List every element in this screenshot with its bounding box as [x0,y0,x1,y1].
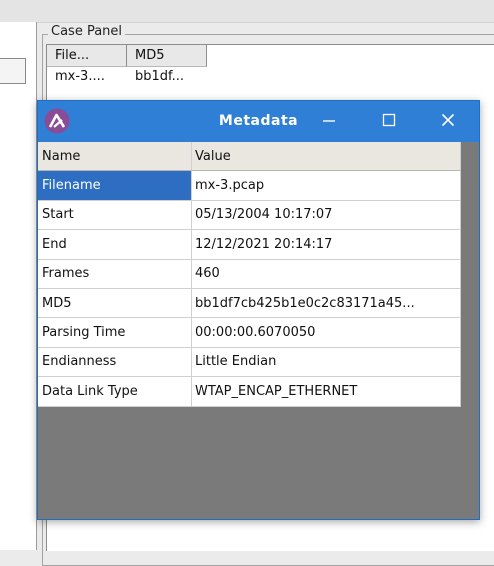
row-value-cell[interactable]: 12/12/2021 20:14:17 [192,230,461,260]
row-name-cell[interactable]: Parsing Time [38,318,192,348]
close-button[interactable] [428,101,468,142]
top-toolbar-strip [0,0,494,23]
minimize-button[interactable] [309,101,349,142]
case-panel-title: Case Panel [48,24,126,39]
row-value-cell[interactable]: bb1df7cb425b1e0c2c83171a45... [192,288,461,319]
row-name-cell[interactable]: Filename [38,171,192,201]
row-value-cell[interactable]: Little Endian [192,347,461,378]
table-row[interactable]: Start 05/13/2004 10:17:07 [38,200,461,231]
row-name-cell[interactable]: MD5 [38,288,192,319]
name-column-header[interactable]: Name [38,142,192,172]
table-row[interactable]: Filename mx-3.pcap [38,171,461,201]
row-value-cell[interactable]: 05/13/2004 10:17:07 [192,200,461,231]
dialog-titlebar[interactable]: Metadata [38,101,479,142]
value-column-header[interactable]: Value [192,142,461,172]
row-name-cell[interactable]: Endianness [38,347,192,378]
metadata-table-header: Name Value [38,142,461,172]
case-cell-file[interactable]: mx-3.... [47,67,127,87]
table-row[interactable]: Parsing Time 00:00:00.6070050 [38,318,461,348]
metadata-table: Name Value Filename mx-3.pcap Start 05/1… [38,142,461,407]
row-name-cell[interactable]: Data Link Type [38,377,192,407]
case-column-header-file[interactable]: File... [47,45,127,67]
row-value-cell[interactable]: WTAP_ENCAP_ETHERNET [192,377,461,407]
row-value-cell[interactable]: 00:00:00.6070050 [192,318,461,348]
row-name-cell[interactable]: Start [38,200,192,231]
maximize-icon [382,113,396,131]
table-row[interactable]: Data Link Type WTAP_ENCAP_ETHERNET [38,377,461,407]
close-icon [441,113,455,131]
table-row[interactable]: Endianness Little Endian [38,347,461,378]
table-row[interactable]: End 12/12/2021 20:14:17 [38,230,461,260]
case-cell-md5[interactable]: bb1df... [127,67,217,87]
row-value-cell[interactable]: mx-3.pcap [192,171,461,201]
app-logo-icon [44,108,70,134]
left-panel-field[interactable] [0,58,26,84]
case-column-header-md5[interactable]: MD5 [127,45,207,67]
left-panel [0,22,37,550]
dialog-title: Metadata [218,113,299,129]
row-name-cell[interactable]: End [38,230,192,260]
table-row[interactable]: MD5 bb1df7cb425b1e0c2c83171a45... [38,288,461,319]
maximize-button[interactable] [369,101,409,142]
row-name-cell[interactable]: Frames [38,259,192,289]
minimize-icon [322,113,336,131]
table-row[interactable]: Frames 460 [38,259,461,289]
row-value-cell[interactable]: 460 [192,259,461,289]
metadata-dialog: Metadata Name Value Filename mx-3.pcap S… [37,100,480,520]
